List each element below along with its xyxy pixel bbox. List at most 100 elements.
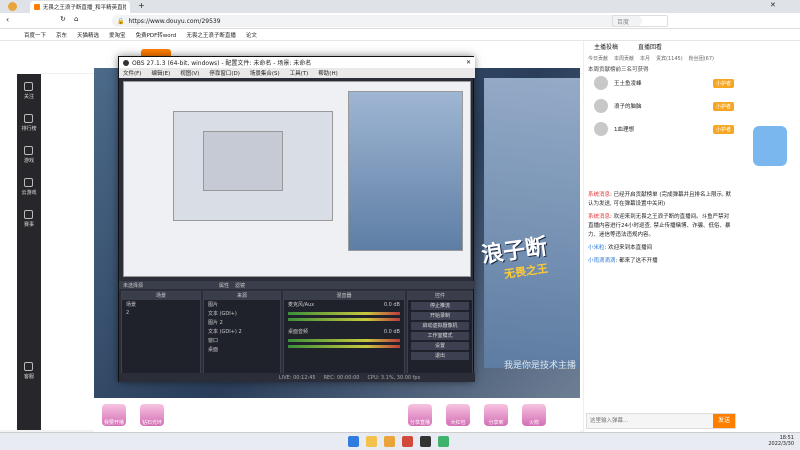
promo-badge[interactable] [753,126,787,166]
nav-support[interactable]: 客服 [24,362,34,380]
bookmark[interactable]: 无畏之王浪子断直播 [186,31,236,39]
msg-text: 已经开启贡献榜单 (完成弹幕并且排名上限示, 默认为发送, 可在弹幕设置中关闭) [588,192,732,207]
nav-events[interactable]: 赛事 [24,210,34,228]
rank-tab[interactable]: 本周贡献 [614,55,634,62]
obs-menu-item[interactable]: 视图(V) [180,69,199,77]
obs-menu-item[interactable]: 停靠窗口(D) [209,69,240,77]
right-promo-bar [737,41,800,432]
obs-menu-item[interactable]: 场景集合(S) [250,69,280,77]
scene-item[interactable]: 场景 [122,300,200,309]
gift-item[interactable]: 分享直播 [408,404,432,426]
nav-label: 游戏 [23,158,34,164]
bookmark[interactable]: 爱淘宝 [109,31,126,39]
msg-user[interactable]: 小雨滴滴滴 [588,258,616,264]
search-box[interactable]: 百度 [612,15,668,27]
url-text: https://www.douyu.com/29539 [128,17,221,25]
scene-item[interactable]: 2 [122,309,200,317]
rank-tab[interactable]: 今日贡献 [588,55,608,62]
rank-row[interactable]: 王土鱼凌峰 小护者 [594,75,734,91]
nav-games[interactable]: 游戏 [24,146,34,164]
dock-title: 控件 [408,292,472,300]
rank-tab[interactable]: 粉丝团(67) [689,55,714,62]
obs-preview[interactable] [123,81,471,277]
mixer-track: 麦克风/Aux 0.0 dB [284,300,404,309]
bookmark[interactable]: 京东 [56,31,67,39]
nav-cloud-games[interactable]: 云游戏 [21,178,37,196]
rank-row[interactable]: 1血理想 小护者 [594,121,734,137]
track-name: 麦克风/Aux [288,302,315,308]
nav-follow[interactable]: 关注 [24,82,34,100]
file-explorer-icon[interactable] [366,436,377,447]
obs-context-bar: 未选择源 属性 滤镜 [119,281,475,289]
bookmark[interactable]: 天猫精选 [77,31,99,39]
filters-button[interactable]: 滤镜 [235,282,245,289]
start-icon[interactable] [348,436,359,447]
rank-tab[interactable]: 贵宾(1145) [656,55,683,62]
browser-tab[interactable]: 无畏之王浪子断直播_和平精英直播 [30,1,130,13]
search-placeholder: 百度 [617,18,630,26]
avatar [594,122,608,136]
rank-name: 浪子的脑脑 [614,104,642,110]
new-tab-icon[interactable]: + [138,1,145,10]
source-item[interactable]: 图片 [204,300,280,309]
bookmark[interactable]: 论文 [246,31,257,39]
volume-slider[interactable] [288,318,400,321]
obs-menu-item[interactable]: 文件(F) [123,69,141,77]
rec-time: REC: 00:00:00 [323,374,360,381]
left-nav: 关注 排行榜 游戏 云游戏 赛事 客服 [17,74,41,430]
properties-button[interactable]: 属性 [219,282,229,289]
bookmark[interactable]: 免费PDF转word [136,31,177,39]
avatar [594,76,608,90]
send-button[interactable]: 发送 [713,414,735,428]
url-field[interactable]: 🔒 https://www.douyu.com/29539 [112,15,642,27]
cloud-icon [24,178,34,187]
chrome-icon[interactable] [438,436,449,447]
refresh-icon[interactable]: ↻ [60,15,66,23]
start-recording-button[interactable]: 开始录制 [411,312,469,320]
system-clock[interactable]: 18:51 2022/3/30 [768,435,794,447]
address-toolbar: ‹ ↻ ⌂ 🔒 https://www.douyu.com/29539 百度 [0,13,800,29]
gift-item[interactable]: 我要开播 [102,404,126,426]
obs-menu-item[interactable]: 编辑(E) [151,69,170,77]
source-item[interactable]: 文本 (GDI+) 2 [204,327,280,336]
studio-mode-button[interactable]: 工作室模式 [411,332,469,340]
bookmark[interactable]: 百度一下 [24,31,46,39]
rank-badge: 小护者 [712,124,734,134]
obs-icon[interactable] [420,436,431,447]
exit-button[interactable]: 退出 [411,352,469,360]
msg-user[interactable]: 小米粒 [588,245,605,251]
gift-item[interactable]: 分享到 [484,404,508,426]
live-time: LIVE: 00:12:45 [279,374,316,381]
gift-bar: 我要开播 钻石光环 分享直播 大红包 分享到 火箭 [94,398,580,432]
back-icon[interactable]: ‹ [6,15,9,24]
rank-badge: 小护者 [712,78,734,88]
volume-slider[interactable] [288,345,400,348]
settings-button[interactable]: 设置 [411,342,469,350]
gift-item[interactable]: 火箭 [522,404,546,426]
obs-close-icon[interactable]: ✕ [466,59,471,66]
close-window-icon[interactable]: ✕ [770,1,776,9]
tab-replays[interactable]: 直播回看 [638,42,662,51]
rank-note: 本周贡献榜前三名可获得 [588,67,649,73]
nav-label: 云游戏 [21,190,37,196]
gift-item[interactable]: 钻石光环 [140,404,164,426]
rank-tab[interactable]: 本月 [640,55,650,62]
rank-row[interactable]: 浪子的脑脑 小护者 [594,98,734,114]
track-db: 0.0 dB [383,328,400,335]
source-item[interactable]: 文本 (GDI+) [204,309,280,318]
gift-item[interactable]: 大红包 [446,404,470,426]
source-item[interactable]: 图片 2 [204,318,280,327]
tab-uploads[interactable]: 主播投稿 [594,42,618,51]
nav-ranking[interactable]: 排行榜 [21,114,37,132]
home-icon[interactable]: ⌂ [74,15,78,23]
stop-streaming-button[interactable]: 停止推流 [411,302,469,310]
office-icon[interactable] [402,436,413,447]
obs-menu-item[interactable]: 工具(T) [290,69,309,77]
source-item[interactable]: 桌面 [204,345,280,354]
virtual-camera-button[interactable]: 启动虚拟摄像机 [411,322,469,330]
msg-user: 系统消息 [588,192,611,198]
source-item[interactable]: 窗口 [204,336,280,345]
obs-menu-item[interactable]: 帮助(H) [318,69,337,77]
browser-icon[interactable] [384,436,395,447]
chat-input[interactable] [587,414,711,428]
